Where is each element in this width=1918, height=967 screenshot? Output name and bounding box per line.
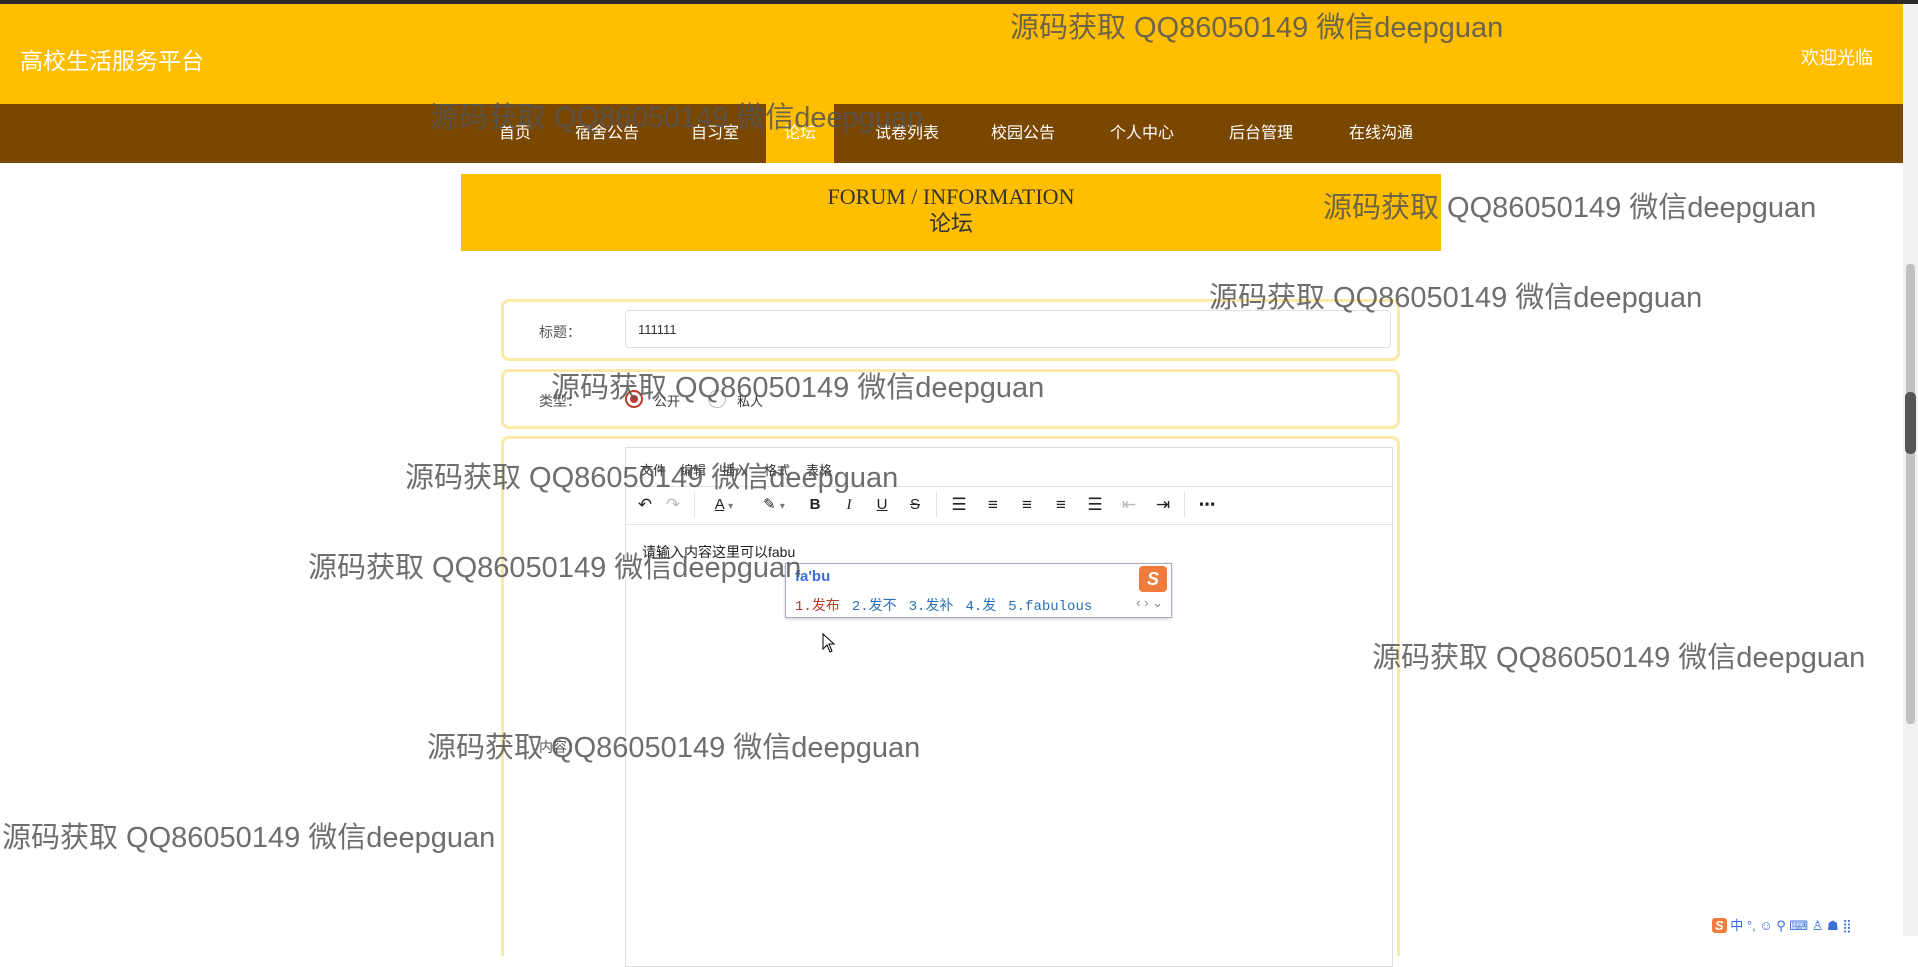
sogou-logo-icon: S xyxy=(1139,566,1167,592)
ime-candidate[interactable]: 5.fabulous xyxy=(1008,599,1092,615)
nav-item-campus-notice[interactable]: 校园公告 xyxy=(981,104,1065,163)
nav-item-chat[interactable]: 在线沟通 xyxy=(1339,104,1423,163)
welcome-text: 欢迎光临 xyxy=(1801,48,1873,68)
line-height-icon[interactable]: ☰ xyxy=(946,493,972,517)
ime-candidate[interactable]: 2.发不 xyxy=(852,599,897,615)
scrollbar-thumb[interactable] xyxy=(1906,264,1915,724)
align-left-icon[interactable]: ≡ xyxy=(980,493,1006,517)
radio-private[interactable] xyxy=(708,390,726,408)
ime-candidate[interactable]: 4.发 xyxy=(965,599,996,615)
align-right-icon[interactable]: ≡ xyxy=(1048,493,1074,517)
highlight-icon[interactable]: ✎ ▾ xyxy=(756,493,792,517)
font-color-icon[interactable]: A ▾ xyxy=(706,493,742,517)
nav-item-home[interactable]: 首页 xyxy=(480,104,550,163)
scrollbar-thumb-overlay[interactable] xyxy=(1905,392,1916,454)
content-field-card: 内容： 文件 编辑 插入 格式 表格 ↶ ↷ A ▾ ✎ ▾ B I U S ☰… xyxy=(501,436,1400,967)
ime-status-bar[interactable]: S 中 °, ☺ ⚲ ⌨ ♙ ☗ ⣿ xyxy=(1712,915,1903,936)
bold-icon[interactable]: B xyxy=(802,493,828,517)
watermark-text: 源码获取 QQ86050149 微信deepguan xyxy=(2,822,496,854)
banner-title-cn: 论坛 xyxy=(928,211,973,236)
undo-icon[interactable]: ↶ xyxy=(632,493,658,517)
radio-public-label[interactable]: 公开 xyxy=(654,391,680,410)
nav-item-forum[interactable]: 论坛 xyxy=(766,104,834,163)
ime-pinyin: fa'bu xyxy=(795,568,831,585)
toolbar-divider xyxy=(1184,492,1185,518)
ime-candidate[interactable]: 3.发补 xyxy=(909,599,954,615)
menu-table[interactable]: 表格 xyxy=(806,460,832,479)
title-field-card: 标题： xyxy=(501,299,1400,361)
outdent-icon[interactable]: ⇤ xyxy=(1116,493,1142,517)
radio-private-label[interactable]: 私人 xyxy=(737,391,763,410)
ime-candidate[interactable]: 1.发布 xyxy=(795,599,840,615)
mouse-cursor-icon xyxy=(822,633,836,653)
ime-candidates: 1.发布 2.发不 3.发补 4.发 5.fabulous xyxy=(795,595,1104,615)
indent-icon[interactable]: ⇥ xyxy=(1150,493,1176,517)
banner-title-en: FORUM / INFORMATION xyxy=(827,184,1075,209)
redo-icon[interactable]: ↷ xyxy=(660,493,686,517)
menu-format[interactable]: 格式 xyxy=(764,460,790,479)
watermark-text: 源码获取 QQ86050149 微信deepguan xyxy=(1372,642,1866,674)
nav-item-personal-center[interactable]: 个人中心 xyxy=(1100,104,1184,163)
main-nav: 首页 宿舍公告 自习室 论坛 试卷列表 校园公告 个人中心 后台管理 在线沟通 xyxy=(0,104,1903,163)
editor-content[interactable]: 请输入内容这里可以fabu xyxy=(642,542,795,562)
site-title[interactable]: 高校生活服务平台 xyxy=(20,42,204,76)
ime-page-nav-icon[interactable]: ‹ › ⌄ xyxy=(1136,595,1163,611)
radio-public[interactable] xyxy=(625,390,643,408)
strikethrough-icon[interactable]: S xyxy=(902,493,928,517)
rich-text-editor[interactable]: 文件 编辑 插入 格式 表格 ↶ ↷ A ▾ ✎ ▾ B I U S ☰ ≡ ≡… xyxy=(625,447,1393,967)
underline-icon[interactable]: U xyxy=(869,493,895,517)
sogou-status-icon: S xyxy=(1712,918,1727,933)
page-banner: FORUM / INFORMATION 论坛 xyxy=(461,174,1441,251)
toolbar-divider xyxy=(936,492,937,518)
align-center-icon[interactable]: ≡ xyxy=(1014,493,1040,517)
nav-item-exam-list[interactable]: 试卷列表 xyxy=(865,104,949,163)
ime-status-text: 中 °, ☺ ⚲ ⌨ ♙ ☗ ⣿ xyxy=(1730,918,1852,933)
nav-item-admin[interactable]: 后台管理 xyxy=(1219,104,1303,163)
type-label: 类型： xyxy=(539,393,581,409)
title-label: 标题： xyxy=(539,324,581,340)
page-scrollbar[interactable] xyxy=(1903,4,1918,936)
menu-insert[interactable]: 插入 xyxy=(722,460,748,479)
toolbar-divider xyxy=(694,492,695,518)
editor-toolbar: ↶ ↷ A ▾ ✎ ▾ B I U S ☰ ≡ ≡ ≡ ☰ ⇤ ⇥ ⋯ xyxy=(626,486,1392,525)
editor-menubar: 文件 编辑 插入 格式 表格 xyxy=(626,448,1392,487)
site-header: 高校生活服务平台 欢迎光临 xyxy=(0,4,1903,104)
ime-candidate-window: fa'bu S 1.发布 2.发不 3.发补 4.发 5.fabulous ‹ › ⌄ xyxy=(785,563,1172,618)
nav-item-study-room[interactable]: 自习室 xyxy=(680,104,750,163)
italic-icon[interactable]: I xyxy=(836,493,862,517)
menu-edit[interactable]: 编辑 xyxy=(680,460,706,479)
type-field-card: 类型： 公开 私人 xyxy=(501,369,1400,429)
content-label: 内容： xyxy=(539,739,581,755)
nav-item-dorm-notice[interactable]: 宿舍公告 xyxy=(566,104,648,163)
menu-file[interactable]: 文件 xyxy=(640,460,666,479)
align-justify-icon[interactable]: ☰ xyxy=(1082,493,1108,517)
more-icon[interactable]: ⋯ xyxy=(1194,493,1220,517)
title-input[interactable] xyxy=(625,310,1391,348)
